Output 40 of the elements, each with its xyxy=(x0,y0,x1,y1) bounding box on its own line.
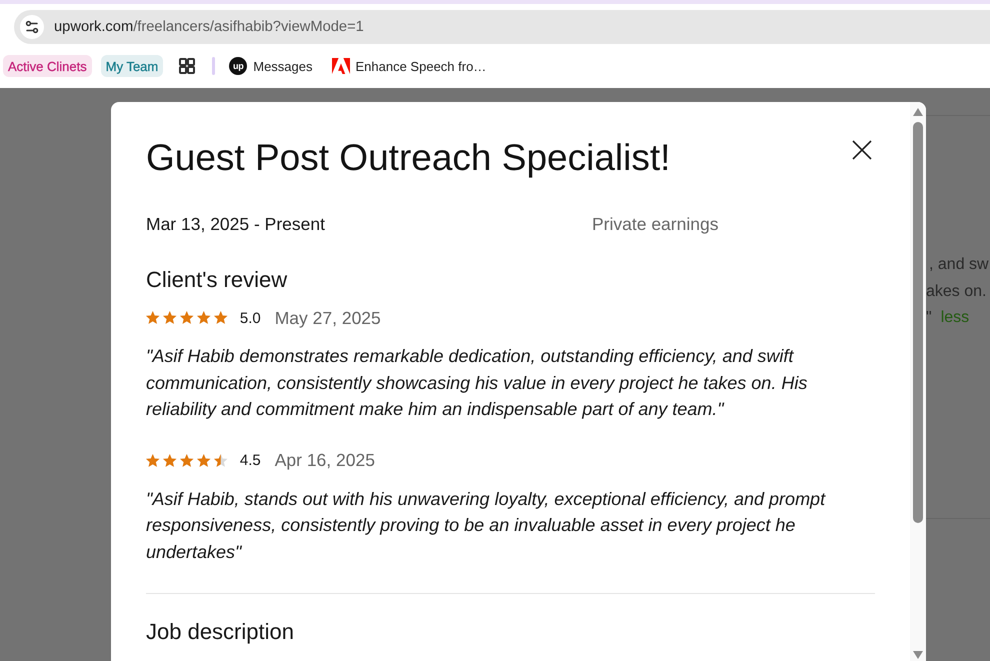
star-icon xyxy=(197,311,211,325)
address-bar[interactable]: upwork.com/freelancers/asifhabib?viewMode=1 xyxy=(14,10,990,44)
half-star-icon xyxy=(214,454,228,468)
dialog-title: Guest Post Outreach Specialist! xyxy=(146,136,670,180)
bookmark-link[interactable]: up Messages xyxy=(224,53,318,79)
review-text: "Asif Habib demonstrates remarkable dedication, outstanding efficiency, and swift communication, consistently showcasing his value in every project he takes on. His reliability and commitment make him an indispensable part of any team." xyxy=(146,345,808,421)
star-icon xyxy=(214,311,228,325)
review-date: May 27, 2025 xyxy=(274,308,381,328)
star-icon xyxy=(180,454,194,468)
site-settings-icon[interactable] xyxy=(20,15,44,39)
bookmark-group[interactable]: Active Clinets xyxy=(3,55,92,77)
background-text: , and sw xyxy=(929,255,989,275)
scrollbar-thumb[interactable] xyxy=(913,122,923,523)
earnings-text: Private earnings xyxy=(592,213,720,236)
star-icon xyxy=(163,454,177,468)
bookmark-link[interactable]: Enhance Speech fro… xyxy=(326,53,492,79)
scrollbar-track[interactable] xyxy=(910,102,926,661)
url-text: upwork.com/freelancers/asifhabib?viewMode=1 xyxy=(54,19,364,35)
background-text: akes on. xyxy=(926,282,986,302)
scroll-down-icon[interactable] xyxy=(913,651,923,659)
logo-badge: up xyxy=(229,57,248,75)
bookmark-group[interactable]: My Team xyxy=(100,55,164,77)
star-icon xyxy=(163,311,177,325)
review-text: "Asif Habib, stands out with his unwavering loyalty, exceptional efficiency, and prompt responsiveness, consistently proving to be an invaluable asset in every project he undertakes" xyxy=(146,488,827,564)
star-icon xyxy=(146,311,160,325)
section-heading: Job description xyxy=(146,618,295,646)
a-shaped-logo-icon xyxy=(332,57,350,75)
background-text: " xyxy=(926,308,932,328)
grid-icon[interactable] xyxy=(179,58,196,74)
close-icon xyxy=(852,140,872,160)
rating-value: 4.5 xyxy=(240,452,261,469)
close-button[interactable] xyxy=(852,140,872,160)
review-date: Apr 16, 2025 xyxy=(274,450,375,471)
section-heading: Client's review xyxy=(146,266,288,294)
scroll-up-icon[interactable] xyxy=(913,108,923,116)
rating-value: 5.0 xyxy=(240,310,261,326)
star-icon xyxy=(146,454,160,468)
star-icon xyxy=(180,311,194,325)
star-icon xyxy=(197,454,211,468)
date-range: Mar 13, 2025 - Present xyxy=(146,213,326,236)
